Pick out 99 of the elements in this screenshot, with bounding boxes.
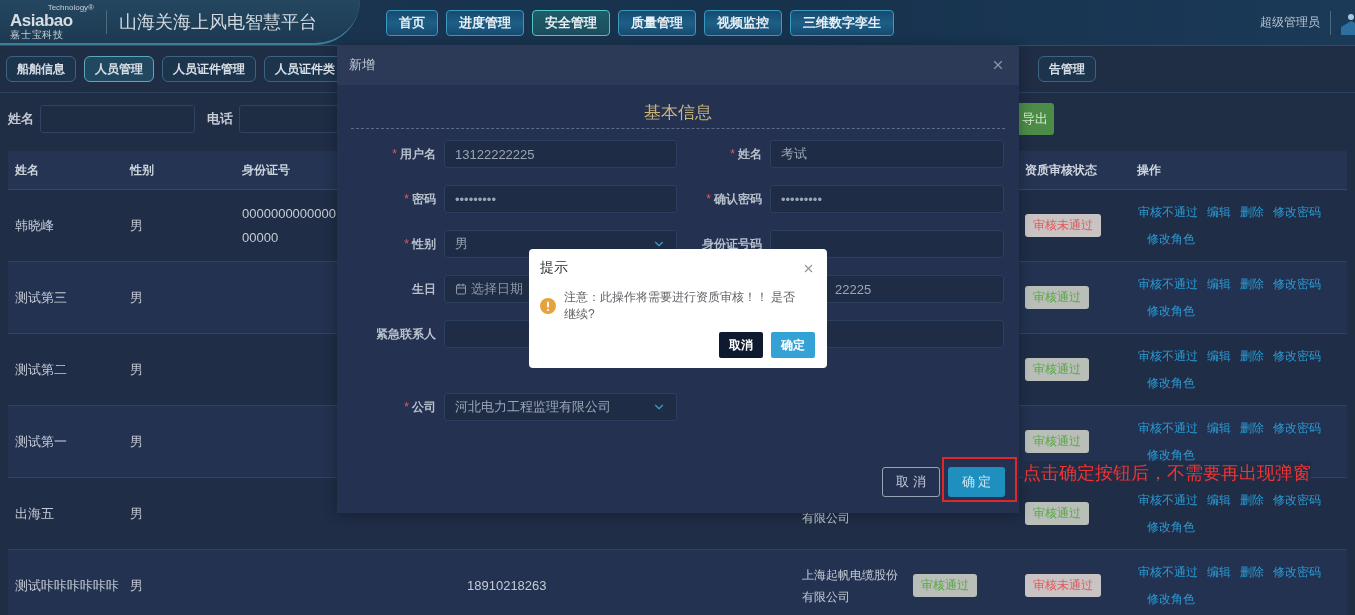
action-link[interactable]: 删除 xyxy=(1240,563,1264,581)
section-title: 基本信息 xyxy=(644,103,712,122)
column-header: 操作 xyxy=(1136,161,1162,179)
action-link[interactable]: 编辑 xyxy=(1207,275,1231,293)
action-link[interactable]: 修改密码 xyxy=(1273,275,1321,293)
column-header: 身份证号 xyxy=(241,161,291,179)
action-link[interactable]: 删除 xyxy=(1240,275,1264,293)
table-cell: 韩晓峰 xyxy=(15,216,54,235)
field-label: * 确认密码 xyxy=(706,190,762,208)
status-tag: 审核未通过 xyxy=(1025,574,1101,597)
action-link[interactable]: 修改角色 xyxy=(1147,590,1195,608)
input-field[interactable]: ••••••••• xyxy=(770,185,1004,213)
select-field[interactable]: 河北电力工程监理有限公司 xyxy=(444,393,677,421)
status-tag: 审核未通过 xyxy=(1025,214,1101,237)
table-cell: 出海五 xyxy=(15,504,54,523)
confirm-button[interactable]: 确定 xyxy=(771,332,815,358)
action-link[interactable]: 修改密码 xyxy=(1273,491,1321,509)
table-cell: 测试第一 xyxy=(15,432,67,451)
close-button[interactable] xyxy=(991,58,1005,72)
sub-tab[interactable]: 告管理 xyxy=(1038,56,1096,82)
action-link[interactable]: 编辑 xyxy=(1207,203,1231,221)
table-cell: 男 xyxy=(130,288,143,307)
sub-tab[interactable]: 人员证件管理 xyxy=(162,56,256,82)
action-link[interactable]: 删除 xyxy=(1240,419,1264,437)
action-link[interactable]: 修改角色 xyxy=(1147,446,1195,464)
action-link[interactable]: 编辑 xyxy=(1207,419,1231,437)
status-tag: 审核通过 xyxy=(1025,502,1089,525)
field-label: * 姓名 xyxy=(730,145,762,163)
nav-tab[interactable]: 首页 xyxy=(386,9,438,36)
column-header: 性别 xyxy=(128,161,155,179)
status-tag: 审核通过 xyxy=(1025,286,1089,309)
action-link[interactable]: 修改密码 xyxy=(1273,203,1321,221)
table-cell-text: 上海起帆电缆股份有限公司 xyxy=(802,566,899,606)
confirm-button[interactable]: 确 定 xyxy=(948,467,1005,497)
table-cell: 测试咔咔咔咔咔咔 xyxy=(15,576,119,595)
search-label: 电话 xyxy=(207,110,233,128)
action-link[interactable]: 审核不通过 xyxy=(1138,203,1198,221)
field-label: * 公司 xyxy=(404,398,436,416)
action-link[interactable]: 删除 xyxy=(1240,347,1264,365)
action-link[interactable]: 修改密码 xyxy=(1273,347,1321,365)
action-link[interactable]: 修改角色 xyxy=(1147,230,1195,248)
field-label: * 密码 xyxy=(404,190,436,208)
column-header: 资质审核状态 xyxy=(1024,161,1098,179)
table-cell: 男 xyxy=(130,432,143,451)
table-cell: 男 xyxy=(130,504,143,523)
nav-tab[interactable]: 三维数字孪生 xyxy=(790,9,894,36)
action-link[interactable]: 编辑 xyxy=(1207,563,1231,581)
table-cell: 测试第三 xyxy=(15,288,67,307)
field-label: * 用户名 xyxy=(392,145,436,163)
nav-tab[interactable]: 进度管理 xyxy=(446,9,524,36)
table-cell: 测试第二 xyxy=(15,360,67,379)
action-link[interactable]: 删除 xyxy=(1240,203,1264,221)
action-link[interactable]: 修改角色 xyxy=(1147,302,1195,320)
search-label: 姓名 xyxy=(8,110,34,128)
logo: Technology® Asiabao 嘉 士 宝 科 技 xyxy=(10,3,94,40)
table-cell: 男 xyxy=(130,360,143,379)
nav-tab[interactable]: 质量管理 xyxy=(618,9,696,36)
action-link[interactable]: 修改角色 xyxy=(1147,374,1195,392)
sub-tab[interactable]: 船舶信息 xyxy=(6,56,76,82)
action-link[interactable]: 编辑 xyxy=(1207,347,1231,365)
nav-tab[interactable]: 视频监控 xyxy=(704,9,782,36)
action-link[interactable]: 修改密码 xyxy=(1273,563,1321,581)
nav-tab[interactable]: 安全管理 xyxy=(532,9,610,36)
action-link[interactable]: 编辑 xyxy=(1207,491,1231,509)
user-name[interactable]: 超级管理员 xyxy=(1260,14,1320,31)
action-link[interactable]: 审核不通过 xyxy=(1138,275,1198,293)
message-title: 提示 xyxy=(540,259,568,277)
field-label: * 性别 xyxy=(404,235,436,253)
cancel-button[interactable]: 取消 xyxy=(719,332,763,358)
table-cell: 男 xyxy=(130,216,143,235)
platform-title: 山海关海上风电智慧平台 xyxy=(119,10,317,34)
status-tag: 审核通过 xyxy=(1025,430,1089,453)
column-header: 姓名 xyxy=(14,161,40,179)
search-field[interactable] xyxy=(40,105,195,133)
table-cell-text: 000000000000000000 xyxy=(242,204,337,247)
status-tag: 审核通过 xyxy=(913,574,977,597)
input-field[interactable]: ••••••••• xyxy=(444,185,677,213)
sub-tab[interactable]: 人员管理 xyxy=(84,56,154,82)
input-field[interactable]: 13122222225 xyxy=(444,140,677,168)
warning-icon xyxy=(540,298,556,314)
action-link[interactable]: 删除 xyxy=(1240,491,1264,509)
table-cell-text: 有限公司 xyxy=(802,510,851,527)
annotation-text: 点击确定按钮后，不需要再出现弹窗 xyxy=(1023,461,1311,485)
input-field[interactable]: 考试 xyxy=(770,140,1004,168)
table-cell: 18910218263 xyxy=(467,578,547,593)
field-label: 紧急联系人 xyxy=(376,325,436,343)
cancel-button[interactable]: 取 消 xyxy=(882,467,940,497)
action-link[interactable]: 修改角色 xyxy=(1147,518,1195,536)
action-link[interactable]: 审核不通过 xyxy=(1138,563,1198,581)
action-link[interactable]: 审核不通过 xyxy=(1138,491,1198,509)
calendar-icon xyxy=(455,283,467,295)
dialog-title: 新增 xyxy=(349,56,375,74)
action-link[interactable]: 修改密码 xyxy=(1273,419,1321,437)
input-field[interactable] xyxy=(770,230,1004,258)
status-tag: 审核通过 xyxy=(1025,358,1089,381)
action-link[interactable]: 审核不通过 xyxy=(1138,419,1198,437)
field-label: 生日 xyxy=(412,280,436,298)
action-link[interactable]: 审核不通过 xyxy=(1138,347,1198,365)
table-cell: 男 xyxy=(130,576,143,595)
